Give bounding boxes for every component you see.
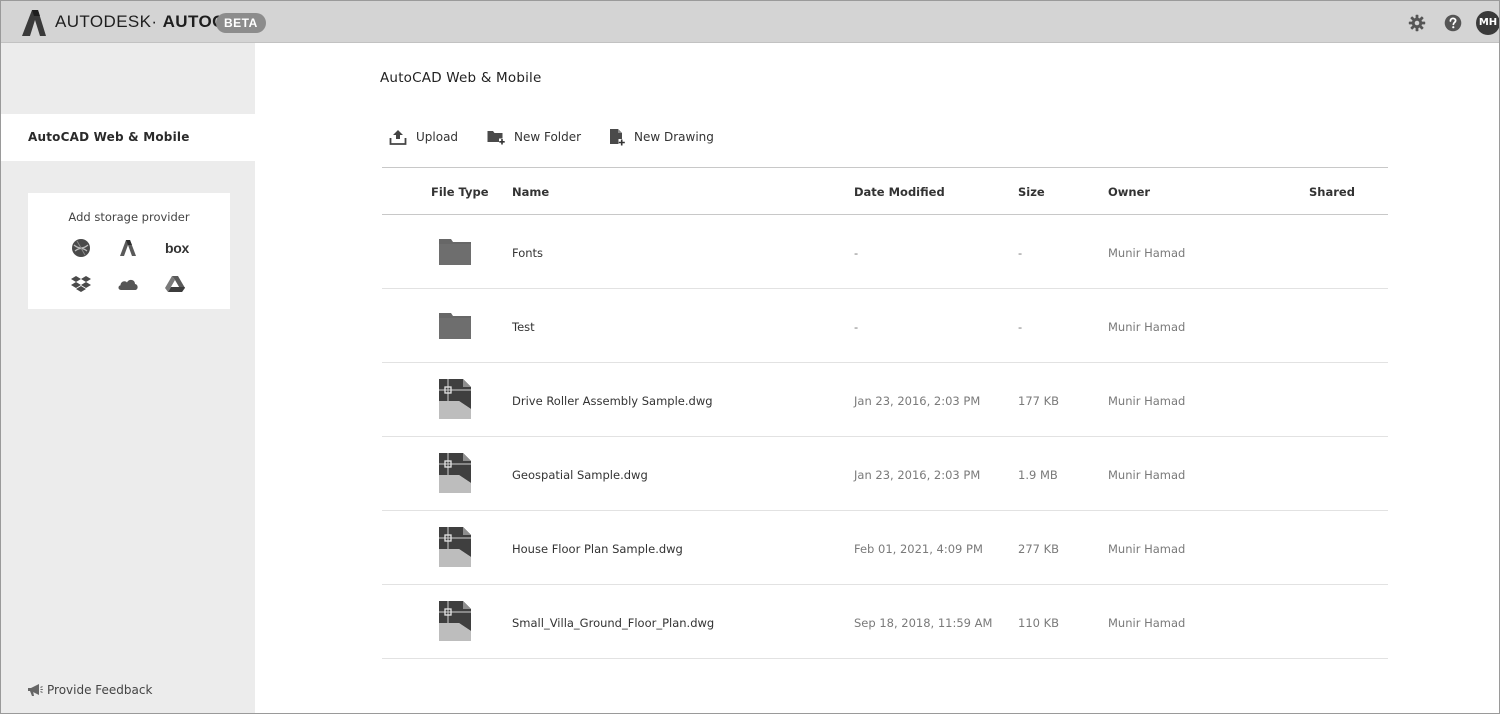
- new-drawing-label: New Drawing: [634, 130, 714, 144]
- page-title: AutoCAD Web & Mobile: [380, 70, 542, 86]
- autodesk-docs-icon[interactable]: [117, 237, 139, 259]
- column-header-name[interactable]: Name: [512, 185, 549, 199]
- folder-icon: [439, 238, 471, 270]
- date-modified: Jan 23, 2016, 2:03 PM: [854, 394, 981, 408]
- folder-icon: [439, 312, 471, 344]
- storage-provider-title: Add storage provider: [68, 210, 190, 224]
- owner: Munir Hamad: [1108, 394, 1186, 408]
- date-modified: -: [854, 246, 859, 260]
- sidebar-item-label: AutoCAD Web & Mobile: [28, 130, 190, 144]
- date-modified: Sep 18, 2018, 11:59 AM: [854, 616, 993, 630]
- sidebar-item-autocad-web-mobile[interactable]: AutoCAD Web & Mobile: [1, 114, 255, 161]
- file-table: File Type Name Date Modified Size Owner …: [382, 167, 1388, 659]
- user-avatar[interactable]: MH: [1476, 11, 1499, 35]
- table-body: Fonts - - Munir Hamad Test - - Munir Hamad Drive…: [382, 215, 1388, 659]
- autocad-logo-icon[interactable]: [21, 9, 47, 37]
- webdav-globe-icon[interactable]: [70, 237, 92, 259]
- column-header-date-modified[interactable]: Date Modified: [854, 185, 945, 199]
- new-folder-icon: [487, 131, 505, 145]
- onedrive-icon[interactable]: [117, 273, 139, 295]
- file-name[interactable]: Fonts: [512, 246, 543, 260]
- file-size: -: [1018, 246, 1023, 260]
- file-size: 277 KB: [1018, 542, 1060, 556]
- new-drawing-button[interactable]: New Drawing: [609, 127, 714, 147]
- new-drawing-icon: [610, 129, 625, 146]
- file-name[interactable]: Geospatial Sample.dwg: [512, 468, 648, 482]
- app-window: AUTODESK· AUTOCAD· BETA MH AutoCAD Web &…: [0, 0, 1500, 714]
- new-folder-label: New Folder: [514, 130, 582, 144]
- box-icon[interactable]: box: [164, 237, 190, 259]
- file-name[interactable]: House Floor Plan Sample.dwg: [512, 542, 683, 556]
- file-size: -: [1018, 320, 1023, 334]
- main-content: AutoCAD Web & Mobile Upload New Folder N…: [255, 43, 1499, 713]
- box-label: box: [165, 240, 189, 256]
- owner: Munir Hamad: [1108, 616, 1186, 630]
- upload-label: Upload: [416, 130, 459, 144]
- table-row[interactable]: Fonts - - Munir Hamad: [382, 215, 1388, 289]
- megaphone-icon: [28, 684, 43, 696]
- column-header-file-type[interactable]: File Type: [431, 185, 489, 199]
- google-drive-icon[interactable]: [164, 273, 186, 295]
- new-folder-button[interactable]: New Folder: [487, 127, 581, 147]
- table-row[interactable]: Drive Roller Assembly Sample.dwg Jan 23, …: [382, 363, 1388, 437]
- file-size: 110 KB: [1018, 616, 1060, 630]
- file-name[interactable]: Drive Roller Assembly Sample.dwg: [512, 394, 713, 408]
- table-row[interactable]: House Floor Plan Sample.dwg Feb 01, 2021,…: [382, 511, 1388, 585]
- storage-provider-panel: Add storage provider box: [28, 193, 230, 309]
- file-size: 1.9 MB: [1018, 468, 1058, 482]
- upload-icon: [389, 130, 407, 145]
- file-name[interactable]: Test: [512, 320, 535, 334]
- beta-badge: BETA: [216, 13, 266, 33]
- brand-primary: AUTODESK·: [55, 12, 158, 31]
- top-bar: AUTODESK· AUTOCAD· BETA MH: [1, 1, 1499, 43]
- dwg-file-icon: [439, 527, 471, 571]
- date-modified: Feb 01, 2021, 4:09 PM: [854, 542, 983, 556]
- feedback-label: Provide Feedback: [47, 683, 153, 697]
- sidebar: AutoCAD Web & Mobile Add storage provide…: [1, 43, 255, 713]
- owner: Munir Hamad: [1108, 320, 1186, 334]
- upload-button[interactable]: Upload: [389, 127, 458, 147]
- file-size: 177 KB: [1018, 394, 1060, 408]
- column-header-owner[interactable]: Owner: [1108, 185, 1150, 199]
- file-name[interactable]: Small_Villa_Ground_Floor_Plan.dwg: [512, 616, 714, 630]
- dwg-file-icon: [439, 379, 471, 423]
- table-row[interactable]: Test - - Munir Hamad: [382, 289, 1388, 363]
- dropbox-icon[interactable]: [70, 273, 92, 295]
- owner: Munir Hamad: [1108, 542, 1186, 556]
- settings-gear-icon[interactable]: [1408, 14, 1426, 32]
- owner: Munir Hamad: [1108, 246, 1186, 260]
- help-icon[interactable]: [1444, 14, 1462, 32]
- date-modified: -: [854, 320, 859, 334]
- table-row[interactable]: Geospatial Sample.dwg Jan 23, 2016, 2:03 …: [382, 437, 1388, 511]
- table-header: File Type Name Date Modified Size Owner …: [382, 167, 1388, 215]
- provide-feedback-link[interactable]: Provide Feedback: [27, 683, 152, 697]
- dwg-file-icon: [439, 453, 471, 497]
- owner: Munir Hamad: [1108, 468, 1186, 482]
- table-row[interactable]: Small_Villa_Ground_Floor_Plan.dwg Sep 18,…: [382, 585, 1388, 659]
- date-modified: Jan 23, 2016, 2:03 PM: [854, 468, 981, 482]
- column-header-shared[interactable]: Shared: [1309, 185, 1355, 199]
- column-header-size[interactable]: Size: [1018, 185, 1045, 199]
- dwg-file-icon: [439, 601, 471, 645]
